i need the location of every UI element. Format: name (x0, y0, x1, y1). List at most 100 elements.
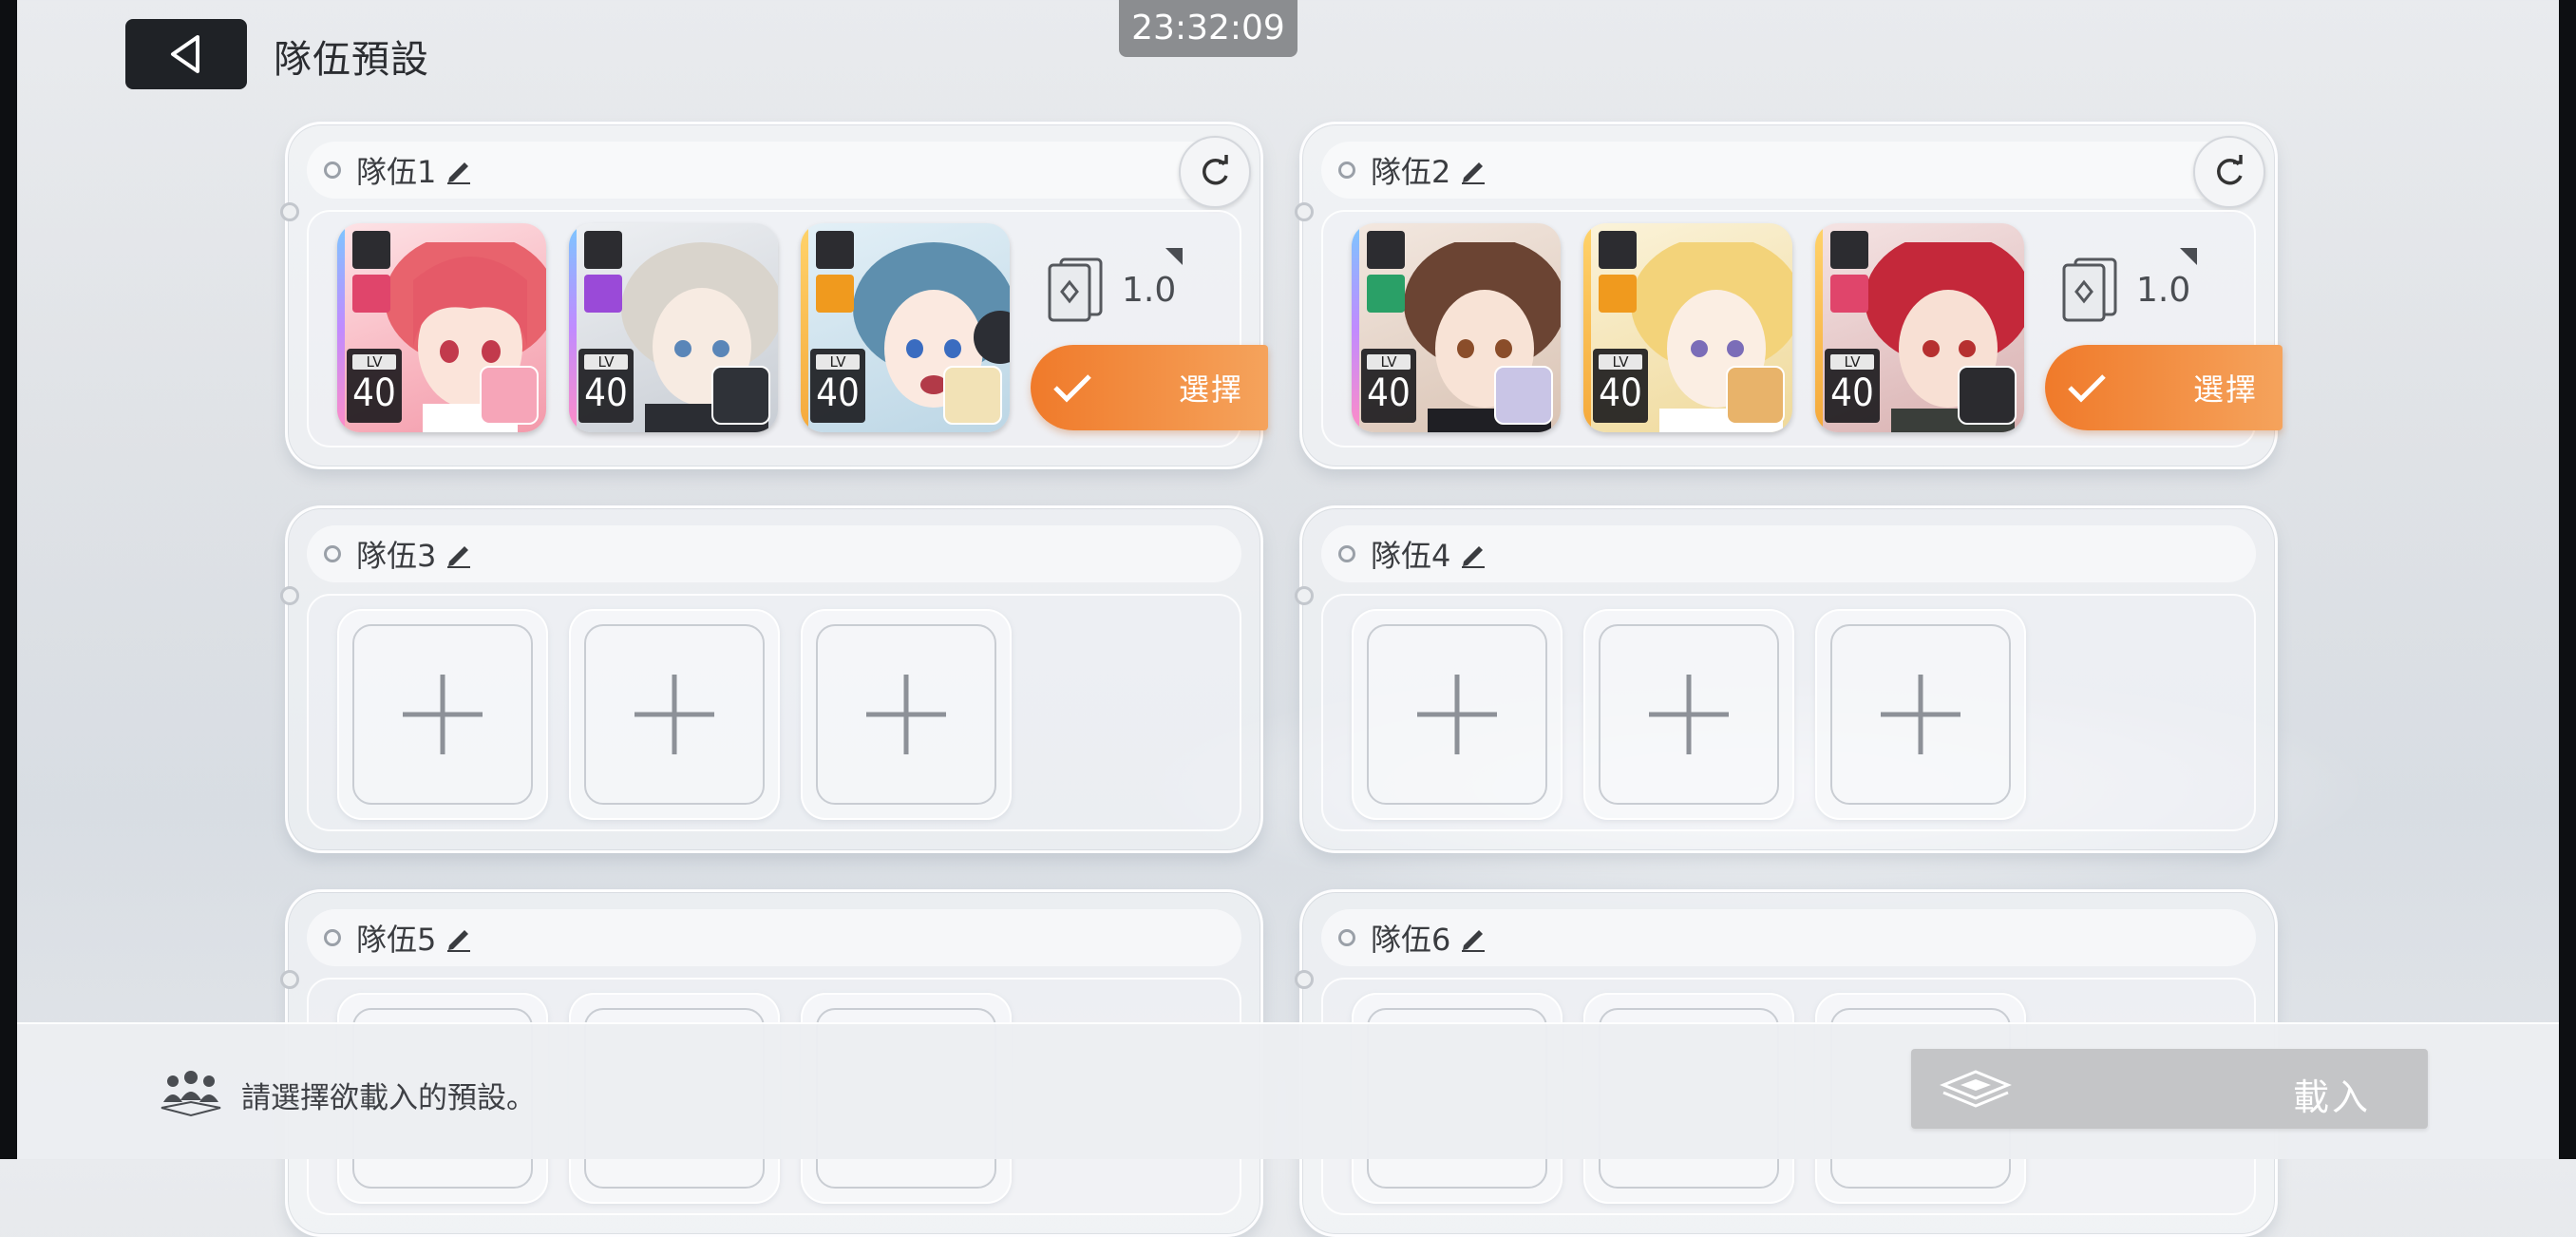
team-name: 隊伍6 (1371, 922, 1451, 958)
rarity-stripe (1352, 223, 1359, 432)
check-icon (2068, 374, 2106, 403)
cost-indicator: 1.0 (2049, 229, 2210, 343)
team-name: 隊伍3 (356, 538, 437, 574)
rarity-stripe (1815, 223, 1823, 432)
role-icon (1367, 231, 1405, 269)
card-stack-icon (1048, 257, 1103, 322)
status-ring-icon (1338, 162, 1355, 179)
team-name: 隊伍5 (356, 922, 437, 958)
character-slot-3[interactable]: LV 40 (801, 223, 1010, 432)
select-team-button[interactable]: 選擇 (1031, 345, 1268, 430)
add-plus-icon (1649, 675, 1729, 754)
select-team-button[interactable]: 選擇 (2045, 345, 2282, 430)
add-plus-icon (635, 675, 714, 754)
team-card-1: 隊伍1 LV 40 LV 40 LV 40 1.0 選擇 (280, 122, 1268, 469)
team-name: 隊伍1 (356, 154, 437, 190)
layers-icon (1940, 1070, 2012, 1108)
status-ring-icon (324, 545, 341, 562)
hint-text: 請選擇欲載入的預設。 (241, 1081, 536, 1115)
side-pin (1295, 970, 1314, 989)
support-avatar (943, 366, 1002, 425)
team-header: 隊伍2 (1321, 142, 2256, 199)
add-plus-icon (1881, 675, 1960, 754)
empty-slot-3[interactable] (1815, 609, 2026, 820)
load-button[interactable]: 載入 (1911, 1049, 2428, 1129)
side-pin (280, 586, 299, 605)
empty-slot-2[interactable] (1583, 609, 1794, 820)
character-slot-1[interactable]: LV 40 (1352, 223, 1561, 432)
add-plus-icon (1417, 675, 1497, 754)
team-card-2: 隊伍2 LV 40 LV 40 LV 40 1.0 選擇 (1295, 122, 2282, 469)
element-icon (352, 275, 390, 313)
character-slot-3[interactable]: LV 40 (1815, 223, 2024, 432)
corner-mark-icon (1165, 248, 1183, 265)
back-triangle-icon (171, 35, 199, 73)
status-ring-icon (324, 162, 341, 179)
team-members-icon (161, 1071, 221, 1117)
level-badge: LV 40 (578, 349, 634, 423)
team-card-4: 隊伍4 (1295, 505, 2278, 853)
corner-mark-icon (2180, 248, 2197, 265)
element-icon (1830, 275, 1868, 313)
role-icon (584, 231, 622, 269)
character-slot-2[interactable]: LV 40 (1583, 223, 1792, 432)
back-button[interactable] (125, 19, 247, 89)
team-header: 隊伍4 (1321, 525, 2256, 582)
check-icon (1053, 374, 1091, 403)
side-pin (1295, 586, 1314, 605)
cost-indicator: 1.0 (1034, 229, 1196, 343)
level-badge: LV 40 (1593, 349, 1648, 423)
empty-slot-3[interactable] (801, 609, 1012, 820)
empty-slot-2[interactable] (569, 609, 780, 820)
side-pin (280, 970, 299, 989)
empty-slot-1[interactable] (337, 609, 548, 820)
character-slot-1[interactable]: LV 40 (337, 223, 546, 432)
level-badge: LV 40 (1825, 349, 1880, 423)
rename-pencil-icon[interactable] (1458, 539, 1488, 569)
select-label: 選擇 (2192, 371, 2258, 408)
page-title: 隊伍預設 (274, 38, 429, 82)
cost-value: 1.0 (1122, 271, 1177, 310)
status-ring-icon (1338, 929, 1355, 946)
side-pin (1295, 202, 1314, 221)
rarity-stripe (337, 223, 345, 432)
clock: 23:32:09 (1119, 0, 1297, 57)
reset-team-button[interactable] (2193, 136, 2265, 208)
team-header: 隊伍5 (307, 909, 1241, 966)
element-icon (584, 275, 622, 313)
element-icon (1367, 275, 1405, 313)
side-pin (280, 202, 299, 221)
team-card-3: 隊伍3 (280, 505, 1263, 853)
team-name: 隊伍2 (1371, 154, 1451, 190)
rename-pencil-icon[interactable] (1458, 923, 1488, 953)
status-ring-icon (1338, 545, 1355, 562)
support-avatar (1494, 366, 1553, 425)
reset-arrow-icon (1203, 155, 1228, 185)
rename-pencil-icon[interactable] (1458, 155, 1488, 185)
rarity-stripe (801, 223, 808, 432)
level-badge: LV 40 (347, 349, 402, 423)
empty-slot-1[interactable] (1352, 609, 1563, 820)
rename-pencil-icon[interactable] (444, 155, 474, 185)
rarity-stripe (1583, 223, 1591, 432)
screen-edge-right (2559, 0, 2576, 1159)
support-avatar (1726, 366, 1785, 425)
support-avatar (1958, 366, 2017, 425)
element-icon (1599, 275, 1637, 313)
role-icon (816, 231, 854, 269)
support-avatar (711, 366, 770, 425)
team-header: 隊伍6 (1321, 909, 2256, 966)
team-name: 隊伍4 (1371, 538, 1451, 574)
rename-pencil-icon[interactable] (444, 923, 474, 953)
card-stack-icon (2062, 257, 2117, 322)
level-badge: LV 40 (1361, 349, 1416, 423)
load-label: 載入 (2292, 1076, 2371, 1118)
support-avatar (480, 366, 539, 425)
rename-pencil-icon[interactable] (444, 539, 474, 569)
reset-team-button[interactable] (1179, 136, 1251, 208)
character-slot-2[interactable]: LV 40 (569, 223, 778, 432)
add-plus-icon (866, 675, 946, 754)
rarity-stripe (569, 223, 577, 432)
element-icon (816, 275, 854, 313)
reset-arrow-icon (2217, 155, 2243, 185)
